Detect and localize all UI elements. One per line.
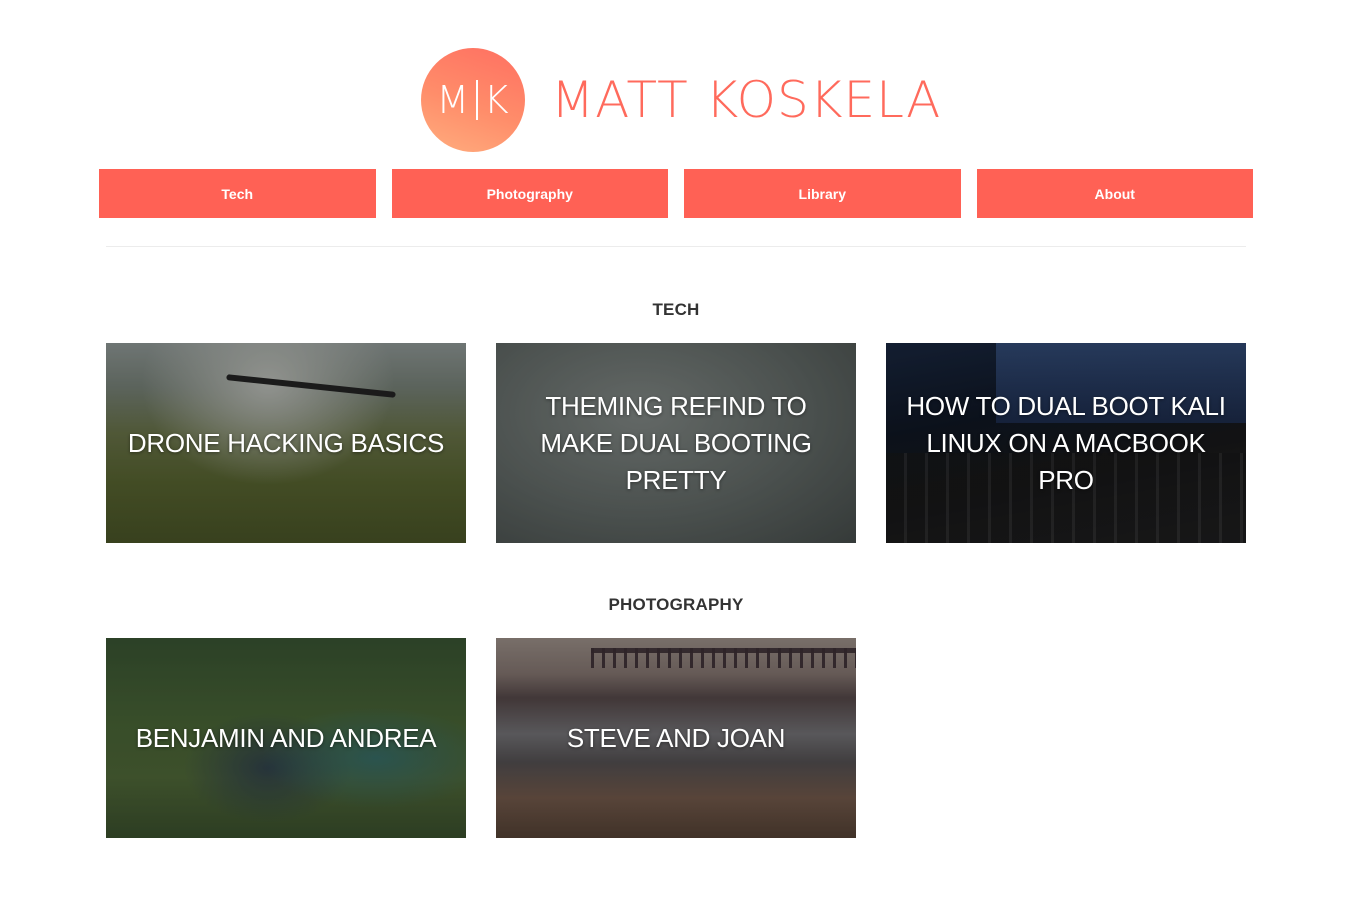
nav-item-library[interactable]: Library [684,169,961,218]
main-nav: Tech Photography Library About [99,169,1253,218]
section-title-tech: TECH [652,300,700,319]
post-title: STEVE AND JOAN [566,722,786,753]
site-header[interactable]: M K MATT KOSKELA [421,48,941,152]
post-card-drone-hacking[interactable]: DRONE HACKING BASICS [106,343,466,543]
logo-initial-left: M [436,78,471,122]
logo-initial-right: K [483,78,510,122]
post-title: HOW TO DUAL BOOT KALI LINUX ON A MACBOOK… [906,390,1226,495]
nav-item-tech[interactable]: Tech [99,169,376,218]
section-title-photography: PHOTOGRAPHY [608,595,744,614]
post-card-dual-boot-kali[interactable]: HOW TO DUAL BOOT KALI LINUX ON A MACBOOK… [886,343,1246,543]
nav-item-photography[interactable]: Photography [391,169,668,218]
tech-post-grid: DRONE HACKING BASICS THEMING REFIND TO M… [106,343,1246,543]
header-divider [106,246,1246,247]
nav-item-about[interactable]: About [976,169,1253,218]
post-title: BENJAMIN AND ANDREA [135,722,437,753]
post-card-steve-joan[interactable]: STEVE AND JOAN [496,638,856,838]
logo-divider [476,80,478,120]
page: M K MATT KOSKELA Tech Photography Librar… [0,0,1364,908]
photography-post-grid: BENJAMIN AND ANDREA STEVE AND JOAN [106,638,856,838]
post-card-theming-refind[interactable]: THEMING REFIND TO MAKE DUAL BOOTING PRET… [496,343,856,543]
site-title[interactable]: MATT KOSKELA [551,75,941,125]
post-card-benjamin-andrea[interactable]: BENJAMIN AND ANDREA [106,638,466,838]
pier-image-detail [591,648,856,668]
post-title: DRONE HACKING BASICS [127,427,445,458]
post-title: THEMING REFIND TO MAKE DUAL BOOTING PRET… [540,390,812,495]
logo-mark[interactable]: M K [421,48,525,152]
